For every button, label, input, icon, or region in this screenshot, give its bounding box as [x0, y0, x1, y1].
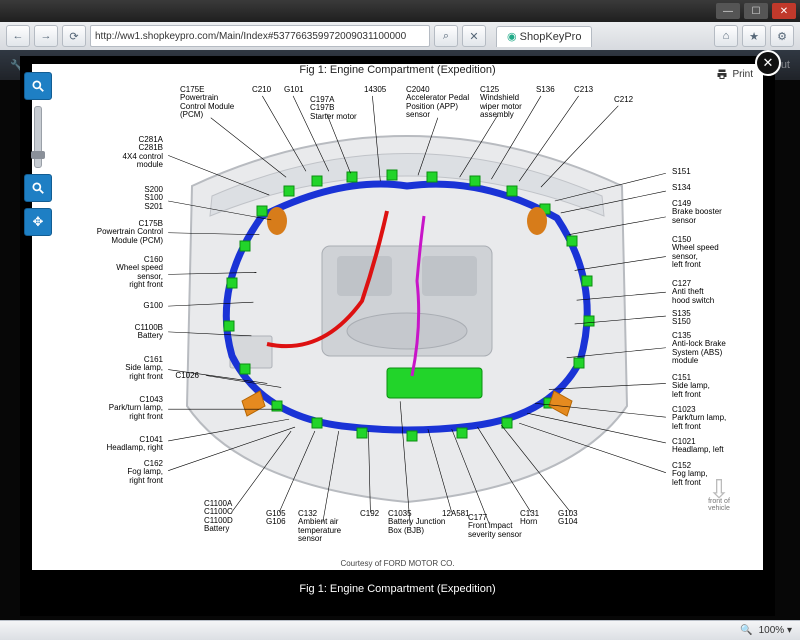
label-c177: C177 Front impact severity sensor — [468, 514, 522, 539]
modal-close-button[interactable]: ✕ — [755, 50, 781, 76]
window-maximize-button[interactable]: ☐ — [744, 3, 768, 19]
home-icon[interactable]: ⌂ — [714, 25, 738, 47]
browser-tab[interactable]: ◉ ShopKeyPro — [496, 26, 592, 47]
label-c151: C151 Side lamp, left front — [672, 374, 710, 399]
label-c131: C131 Horn — [520, 510, 539, 527]
label-c197: C197A C197B Starter motor — [310, 96, 357, 121]
label-s200: S200 S100 S201 — [144, 186, 163, 211]
label-c1043: C1043 Park/turn lamp, right front — [109, 396, 163, 421]
tab-title: ShopKeyPro — [520, 31, 582, 43]
nav-search-button[interactable]: ⌕ — [434, 25, 458, 47]
label-s135: S135 S150 — [672, 310, 691, 327]
nav-reload-button[interactable]: ⟳ — [62, 25, 86, 47]
label-c125: C125 Windshield wiper motor assembly — [480, 86, 522, 120]
address-bar[interactable]: http://ww1.shopkeypro.com/Main/Index#537… — [90, 25, 430, 47]
star-icon[interactable]: ★ — [742, 25, 766, 47]
nav-stop-button[interactable]: ✕ — [462, 25, 486, 47]
label-c192: C192 — [360, 510, 379, 518]
label-c1041: C1041 Headlamp, right — [107, 436, 163, 453]
zoom-out-button[interactable] — [24, 174, 52, 202]
engine-illustration — [172, 106, 642, 504]
label-c175e: C175E Powertrain Control Module (PCM) — [180, 86, 234, 120]
globe-icon: ◉ — [507, 30, 517, 43]
nav-forward-button[interactable]: → — [34, 25, 58, 47]
label-12a581: 12A581 — [442, 510, 470, 518]
label-c1026: C1026 — [175, 372, 199, 380]
label-c1035: C1035 Battery Junction Box (BJB) — [388, 510, 445, 535]
diagram-paper: Fig 1: Engine Compartment (Expedition) P… — [32, 64, 763, 570]
label-c210: C210 — [252, 86, 271, 94]
label-14305: 14305 — [364, 86, 386, 94]
label-c161: C161 Side lamp, right front — [125, 356, 163, 381]
figure-caption: Fig 1: Engine Compartment (Expedition) — [32, 576, 763, 602]
label-g100: G100 — [143, 302, 163, 310]
front-of-vehicle-indicator: ⇩ front of vehicle — [699, 482, 739, 512]
printer-icon — [716, 68, 728, 80]
window-minimize-button[interactable]: — — [716, 3, 740, 19]
front-label: front of vehicle — [699, 498, 739, 512]
label-c175b: C175B Powertrain Control Module (PCM) — [97, 220, 163, 245]
browser-window: — ☐ ✕ ← → ⟳ http://ww1.shopkeypro.com/Ma… — [0, 0, 800, 640]
zoom-slider-thumb[interactable] — [31, 151, 45, 159]
label-c1021: C1021 Headlamp, left — [672, 438, 724, 455]
print-button[interactable]: Print — [716, 68, 753, 80]
label-c212: C212 — [614, 96, 633, 104]
label-c2040: C2040 Accelerator Pedal Position (APP) s… — [406, 86, 469, 120]
zoom-toolstrip: ✥ — [24, 72, 52, 236]
label-c127: C127 Anti theft hood switch — [672, 280, 714, 305]
label-g103: G103 G104 — [558, 510, 578, 527]
label-c213: C213 — [574, 86, 593, 94]
titlebar: — ☐ ✕ — [0, 0, 800, 22]
nav-back-button[interactable]: ← — [6, 25, 30, 47]
label-c281: C281A C281B 4X4 control module — [123, 136, 163, 170]
diagram-modal: ✕ Fig 1: Engine Compartment (Expedition)… — [20, 56, 775, 616]
print-label: Print — [732, 69, 753, 80]
label-g101: G101 — [284, 86, 304, 94]
label-s136: S136 — [536, 86, 555, 94]
label-g105: G105 G106 — [266, 510, 286, 527]
label-c149: C149 Brake booster sensor — [672, 200, 722, 225]
zoom-level[interactable]: 100% — [759, 625, 785, 636]
label-s134: S134 — [672, 184, 691, 192]
browser-nav: ← → ⟳ http://ww1.shopkeypro.com/Main/Ind… — [0, 22, 800, 50]
window-close-button[interactable]: ✕ — [772, 3, 796, 19]
chevron-down-icon[interactable]: ▾ — [784, 625, 792, 636]
label-c135: C135 Anti-lock Brake System (ABS) module — [672, 332, 726, 366]
label-c1100: C1100A C1100C C1100D Battery — [204, 500, 233, 534]
label-c1023: C1023 Park/turn lamp, left front — [672, 406, 726, 431]
figure-title: Fig 1: Engine Compartment (Expedition) — [32, 64, 763, 82]
label-c160: C160 Wheel speed sensor, right front — [116, 256, 163, 290]
zoom-indicator-icon[interactable]: 🔍 — [740, 625, 752, 636]
label-c162: C162 Fog lamp, right front — [127, 460, 163, 485]
gear-icon[interactable]: ⚙ — [770, 25, 794, 47]
label-c132: C132 Ambient air temperature sensor — [298, 510, 341, 544]
zoom-slider[interactable] — [34, 106, 42, 168]
courtesy-line: Courtesy of FORD MOTOR CO. — [32, 559, 763, 568]
label-c150: C150 Wheel speed sensor, left front — [672, 236, 719, 270]
label-s151: S151 — [672, 168, 691, 176]
engine-diagram[interactable]: C175E Powertrain Control Module (PCM) C2… — [80, 86, 755, 552]
fit-button[interactable]: ✥ — [24, 208, 52, 236]
down-arrow-icon: ⇩ — [699, 482, 739, 498]
zoom-in-button[interactable] — [24, 72, 52, 100]
label-c1100b: C1100B Battery — [135, 324, 163, 341]
status-bar: 🔍 100% ▾ — [0, 620, 800, 640]
